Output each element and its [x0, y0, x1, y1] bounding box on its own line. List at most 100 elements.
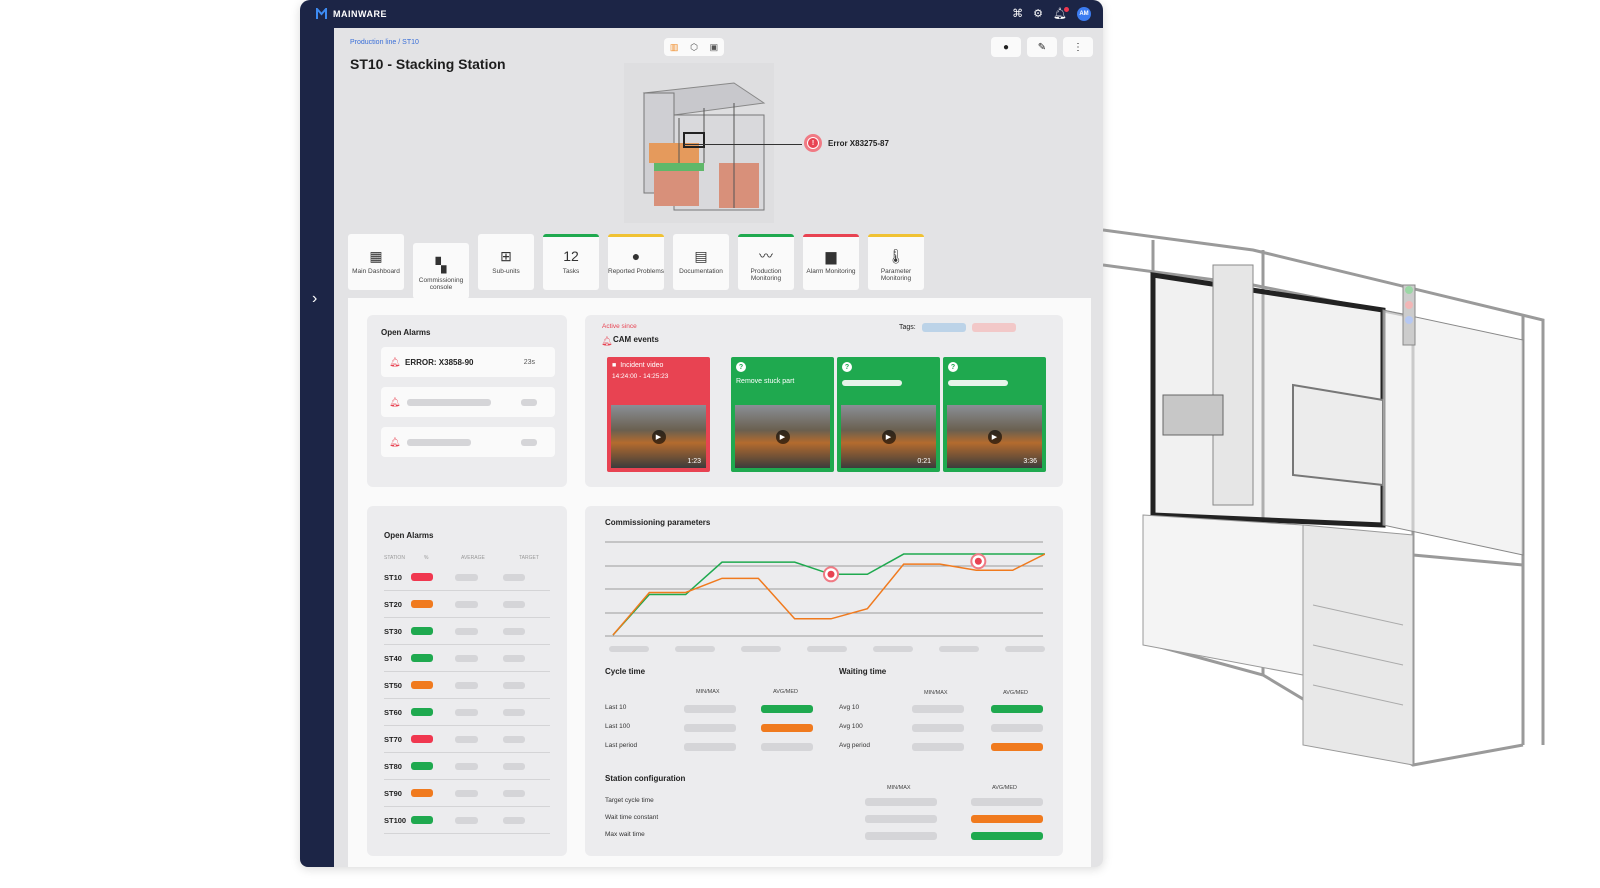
station-alarms-title: Open Alarms: [384, 531, 434, 540]
station-percent-bar: [410, 762, 434, 770]
breadcrumb-parent[interactable]: Production line: [350, 39, 396, 46]
column-header: %: [424, 555, 429, 561]
tab-label: Sub-units: [492, 268, 520, 275]
average-placeholder: [455, 573, 478, 581]
tasks-count: 12: [563, 248, 579, 264]
min-max-bar: [684, 743, 736, 751]
tab-reported-problems[interactable]: ● Reported Problems: [608, 234, 664, 290]
metric-label: Avg 100: [839, 723, 863, 730]
play-icon[interactable]: ▶: [775, 429, 790, 444]
hierarchy-icon: ⊞: [500, 248, 512, 264]
document-icon: ▤: [694, 248, 708, 264]
tag-chip[interactable]: [971, 323, 1016, 332]
breadcrumb: Production line / ST10: [350, 39, 419, 46]
x-tick-placeholder: [939, 646, 979, 652]
average-placeholder: [455, 600, 478, 608]
network-icon[interactable]: ⌘: [1012, 8, 1023, 20]
3d-cube-icon[interactable]: ⬡: [690, 42, 698, 53]
x-tick-placeholder: [609, 646, 649, 652]
table-row[interactable]: ST50: [384, 672, 550, 699]
alert-message-icon: ▆: [825, 248, 837, 264]
placeholder-text: [407, 398, 491, 406]
table-row[interactable]: ST100: [384, 807, 550, 834]
tag-chip[interactable]: [921, 323, 966, 332]
station-percent-bar: [410, 789, 434, 797]
top-bar: MAINWARE ⌘ ⚙ 🔔︎ AM: [300, 0, 1103, 28]
tab-main-dashboard[interactable]: ▦ Main Dashboard: [348, 234, 404, 290]
x-tick-placeholder: [873, 646, 913, 652]
chevron-right-icon[interactable]: ›: [312, 290, 317, 308]
avatar[interactable]: AM: [1077, 7, 1091, 21]
map-view-icon[interactable]: ▥: [670, 42, 679, 53]
edit-button[interactable]: ✎: [1027, 37, 1057, 57]
play-icon[interactable]: ▶: [881, 429, 896, 444]
tab-production-monitoring[interactable]: 〰 Production Monitoring: [738, 234, 794, 290]
target-placeholder: [502, 681, 525, 689]
tab-label: Tasks: [562, 268, 580, 275]
table-row[interactable]: ST90: [384, 780, 550, 807]
breadcrumb-current[interactable]: ST10: [402, 39, 419, 46]
alert-button[interactable]: ●: [991, 37, 1021, 57]
table-row[interactable]: ST40: [384, 645, 550, 672]
error-callout-line: [684, 144, 802, 145]
more-button[interactable]: ⋮: [1063, 37, 1093, 57]
alarm-item[interactable]: 🔔︎: [381, 427, 555, 457]
cam-tile-task[interactable]: ? Remove stuck part ▶: [731, 357, 834, 472]
alarm-item[interactable]: 🔔︎: [381, 387, 555, 417]
tab-documentation[interactable]: ▤ Documentation: [673, 234, 729, 290]
question-icon: ?: [842, 362, 852, 372]
cam-tile-task[interactable]: ? ▶ 0:21: [837, 357, 940, 472]
video-thumbnail: ▶ 1:23: [611, 405, 706, 468]
table-row[interactable]: ST70: [384, 726, 550, 753]
tab-tasks[interactable]: 12 Tasks: [543, 234, 599, 290]
machine-3d-model[interactable]: [624, 63, 774, 223]
x-tick-placeholder: [1005, 646, 1045, 652]
image-view-icon[interactable]: ▣: [710, 42, 719, 53]
notification-icon[interactable]: 🔔︎: [1053, 6, 1069, 20]
play-icon[interactable]: ▶: [651, 429, 666, 444]
tab-label: Main Dashboard: [352, 268, 400, 275]
commissioning-card: Commissioning parameters Cycle time MIN/…: [585, 506, 1063, 856]
target-placeholder: [502, 654, 525, 662]
open-alarms-title: Open Alarms: [381, 328, 431, 337]
tab-sub-units[interactable]: ⊞ Sub-units: [478, 234, 534, 290]
app-logo[interactable]: MAINWARE: [316, 8, 387, 20]
cam-events-title: CAM events: [613, 335, 659, 344]
video-thumbnail: ▶: [735, 405, 830, 468]
target-placeholder: [502, 627, 525, 635]
bell-icon: 🔔︎: [389, 356, 401, 367]
cam-tile-incident[interactable]: ■ Incident video 14:24:00 - 14:25:23 ▶ 1:…: [607, 357, 710, 472]
station-percent-bar: [410, 627, 434, 635]
gear-icon[interactable]: ⚙: [1033, 8, 1043, 20]
tab-commissioning-console[interactable]: ▚ Commissioning console: [413, 243, 469, 299]
placeholder-title: [948, 380, 1008, 386]
cam-tile-task[interactable]: ? ▶ 3:36: [943, 357, 1046, 472]
alert-marker-icon[interactable]: [823, 566, 839, 583]
sidebar: ›: [300, 28, 334, 867]
table-row[interactable]: ST60: [384, 699, 550, 726]
station-name: ST10: [384, 572, 402, 582]
error-callout[interactable]: ! Error X83275-87: [804, 134, 889, 152]
alert-marker-icon[interactable]: [970, 553, 987, 570]
tab-parameter-monitoring[interactable]: 🌡︎ Parameter Monitoring: [868, 234, 924, 290]
target-placeholder: [502, 762, 525, 770]
table-row[interactable]: ST10: [384, 564, 550, 591]
average-placeholder: [455, 735, 478, 743]
tab-alarm-monitoring[interactable]: ▆ Alarm Monitoring: [803, 234, 859, 290]
table-row[interactable]: ST80: [384, 753, 550, 780]
alarm-item[interactable]: 🔔︎ ERROR: X3858-90 23s: [381, 347, 555, 377]
tags-label: Tags:: [899, 324, 916, 331]
avg-med-bar: [761, 743, 813, 751]
page-title: ST10 - Stacking Station: [350, 56, 506, 72]
station-name: ST70: [384, 734, 402, 744]
cycle-time-title: Cycle time: [605, 667, 646, 676]
column-header: TARGET: [519, 555, 539, 561]
table-row[interactable]: ST20: [384, 591, 550, 618]
avg-med-bar: [991, 724, 1043, 732]
metric-label: Avg 10: [839, 704, 860, 711]
station-percent-bar: [410, 681, 434, 689]
play-icon[interactable]: ▶: [987, 429, 1002, 444]
table-row[interactable]: ST30: [384, 618, 550, 645]
video-camera-icon: ■: [612, 362, 617, 369]
station-name: ST90: [384, 788, 402, 798]
